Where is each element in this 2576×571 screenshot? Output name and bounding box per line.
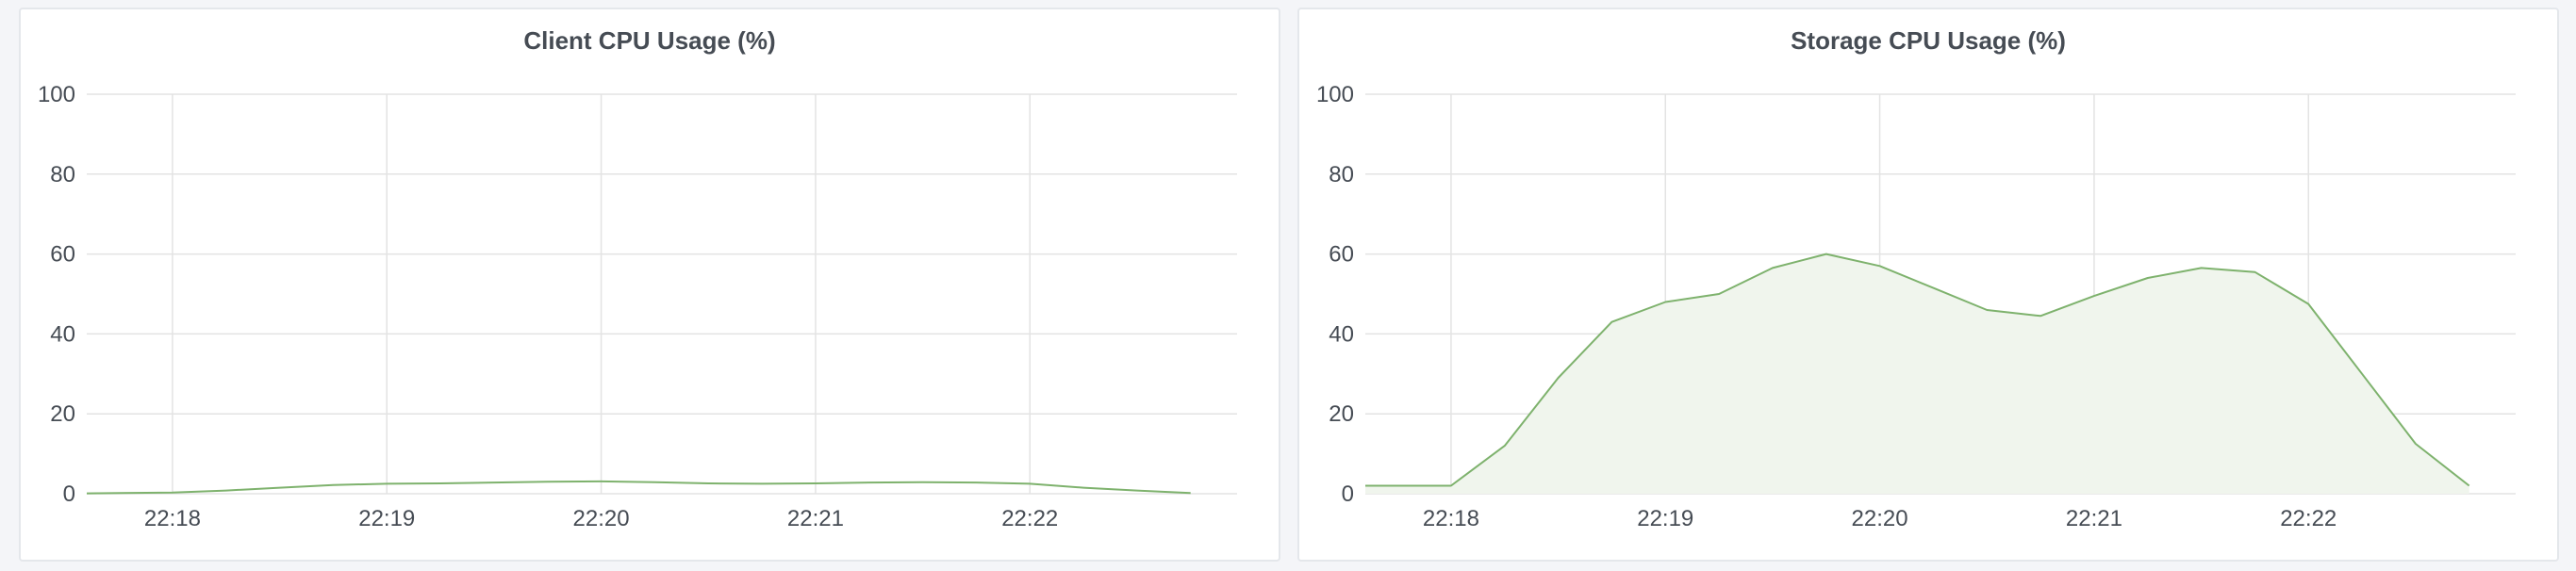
series-area (1365, 253, 2469, 494)
y-tick-label: 60 (50, 242, 75, 268)
y-tick-label: 100 (1316, 82, 1354, 107)
client-cpu-chart: 0 20 40 60 80 100 22:18 22:19 22:20 22:21 22:22 (38, 82, 1237, 531)
x-tick-label: 22:20 (1852, 506, 1908, 531)
y-tick-label: 80 (1329, 162, 1354, 188)
x-tick-label: 22:22 (1001, 506, 1058, 531)
x-tick-label: 22:18 (1423, 506, 1479, 531)
y-tick-label: 0 (1342, 481, 1354, 507)
y-tick-label: 20 (50, 401, 75, 427)
x-tick-label: 22:19 (358, 506, 415, 531)
client-cpu-panel: Client CPU Usage (%) 0 20 40 60 80 100 22:18 22… (19, 8, 1280, 562)
y-tick-label: 20 (1329, 401, 1354, 427)
x-tick-label: 22:20 (573, 506, 630, 531)
y-tick-label: 40 (1329, 321, 1354, 347)
x-tick-label: 22:18 (144, 506, 201, 531)
y-tick-label: 100 (38, 82, 75, 107)
series-line[interactable] (86, 480, 1191, 495)
y-tick-label: 80 (50, 162, 75, 188)
y-tick-label: 0 (63, 481, 75, 507)
x-tick-label: 22:22 (2280, 506, 2337, 531)
x-tick-label: 22:21 (787, 506, 844, 531)
storage-cpu-panel: Storage CPU Usage (%) 0 20 40 60 80 100 22:18 2… (1297, 8, 2559, 562)
y-tick-label: 60 (1329, 242, 1354, 268)
y-tick-label: 40 (50, 321, 75, 347)
x-tick-label: 22:21 (2066, 506, 2122, 531)
x-tick-label: 22:19 (1637, 506, 1693, 531)
storage-cpu-chart: 0 20 40 60 80 100 22:18 22:19 22:20 22:21 22:22 (1316, 82, 2516, 531)
